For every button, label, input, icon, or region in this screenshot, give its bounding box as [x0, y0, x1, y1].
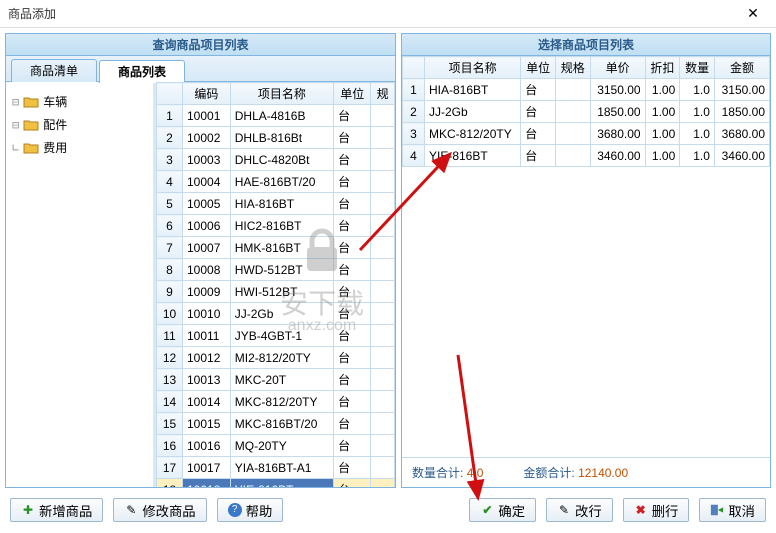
table-row[interactable]: 310003DHLC-4820Bt台	[157, 149, 395, 171]
column-header[interactable]: 规格	[555, 57, 590, 79]
table-row[interactable]: 210002DHLB-816Bt台	[157, 127, 395, 149]
amt-total: 金额合计: 12140.00	[523, 464, 628, 481]
column-header[interactable]: 数量	[680, 57, 715, 79]
selected-grid-wrap[interactable]: 项目名称单位规格单价折扣数量金额 1HIA-816BT台3150.001.001…	[402, 56, 770, 457]
exit-icon	[710, 503, 724, 517]
tree-item[interactable]: ⊟配件	[10, 113, 149, 136]
table-row[interactable]: 1HIA-816BT台3150.001.001.03150.00	[403, 79, 770, 101]
table-row[interactable]: 810008HWD-512BT台	[157, 259, 395, 281]
pencil-icon: ✎	[557, 503, 571, 517]
column-header[interactable]: 单价	[590, 57, 645, 79]
right-panel-title: 选择商品项目列表	[402, 34, 770, 56]
tabs: 商品清单 商品列表	[6, 56, 395, 82]
pencil-icon: ✎	[124, 503, 138, 517]
totals-bar: 数量合计: 4.0 金额合计: 12140.00	[402, 457, 770, 487]
table-row[interactable]: 1510015MKC-816BT/20台	[157, 413, 395, 435]
add-product-button[interactable]: ✚新增商品	[10, 498, 103, 522]
tree-label: 车辆	[43, 93, 67, 110]
right-panel: 选择商品项目列表 项目名称单位规格单价折扣数量金额 1HIA-816BT台315…	[401, 33, 771, 488]
tree-label: 费用	[43, 139, 67, 156]
edit-product-button[interactable]: ✎修改商品	[113, 498, 206, 522]
column-header[interactable]: 规	[371, 83, 395, 105]
folder-icon	[23, 142, 39, 154]
delete-row-button[interactable]: ✖删行	[623, 498, 690, 522]
table-row[interactable]: 610006HIC2-816BT台	[157, 215, 395, 237]
product-grid: 编码项目名称单位规 110001DHLA-4816B台210002DHLB-81…	[156, 82, 395, 487]
table-row[interactable]: 1310013MKC-20T台	[157, 369, 395, 391]
column-header[interactable]: 项目名称	[425, 57, 521, 79]
product-grid-wrap[interactable]: 编码项目名称单位规 110001DHLA-4816B台210002DHLB-81…	[156, 82, 395, 487]
folder-icon	[23, 119, 39, 131]
table-row[interactable]: 110001DHLA-4816B台	[157, 105, 395, 127]
table-row[interactable]: 1210012MI2-812/20TY台	[157, 347, 395, 369]
tree-item[interactable]: ∟费用	[10, 136, 149, 159]
category-tree: ⊟车辆⊟配件∟费用	[6, 82, 156, 487]
table-row[interactable]: 1610016MQ-20TY台	[157, 435, 395, 457]
tab-product-checklist[interactable]: 商品清单	[11, 59, 97, 82]
table-row[interactable]: 2JJ-2Gb台1850.001.001.01850.00	[403, 101, 770, 123]
table-row[interactable]: 910009HWI-512BT台	[157, 281, 395, 303]
table-row[interactable]: 510005HIA-816BT台	[157, 193, 395, 215]
window-title: 商品添加	[8, 5, 738, 22]
help-button[interactable]: ?帮助	[217, 498, 284, 522]
column-header[interactable]: 项目名称	[230, 83, 333, 105]
column-header[interactable]: 折扣	[645, 57, 680, 79]
table-row[interactable]: 1810018YIE-816BT台	[157, 479, 395, 488]
title-bar: 商品添加 ✕	[0, 0, 776, 28]
tab-product-list[interactable]: 商品列表	[99, 60, 185, 83]
column-header[interactable]: 编码	[183, 83, 231, 105]
cancel-button[interactable]: 取消	[699, 498, 766, 522]
help-icon: ?	[228, 503, 242, 517]
qty-total: 数量合计: 4.0	[412, 464, 483, 481]
column-header[interactable]: 金额	[714, 57, 769, 79]
table-row[interactable]: 410004HAE-816BT/20台	[157, 171, 395, 193]
selected-grid: 项目名称单位规格单价折扣数量金额 1HIA-816BT台3150.001.001…	[402, 56, 770, 167]
plus-icon: ✚	[21, 503, 35, 517]
tree-item[interactable]: ⊟车辆	[10, 90, 149, 113]
column-header[interactable]: 单位	[521, 57, 556, 79]
folder-icon	[23, 96, 39, 108]
column-header[interactable]: 单位	[334, 83, 371, 105]
table-row[interactable]: 4YIE-816BT台3460.001.001.03460.00	[403, 145, 770, 167]
modify-row-button[interactable]: ✎改行	[546, 498, 613, 522]
button-bar: ✚新增商品 ✎修改商品 ?帮助 ✔确定 ✎改行 ✖删行 取消	[0, 493, 776, 527]
ok-button[interactable]: ✔确定	[469, 498, 536, 522]
table-row[interactable]: 1110011JYB-4GBT-1台	[157, 325, 395, 347]
table-row[interactable]: 3MKC-812/20TY台3680.001.001.03680.00	[403, 123, 770, 145]
x-icon: ✖	[634, 503, 648, 517]
table-row[interactable]: 710007HMK-816BT台	[157, 237, 395, 259]
table-row[interactable]: 1410014MKC-812/20TY台	[157, 391, 395, 413]
check-icon: ✔	[480, 503, 494, 517]
table-row[interactable]: 1710017YIA-816BT-A1台	[157, 457, 395, 479]
table-row[interactable]: 1010010JJ-2Gb台	[157, 303, 395, 325]
left-panel-title: 查询商品项目列表	[6, 34, 395, 56]
tree-label: 配件	[43, 116, 67, 133]
close-button[interactable]: ✕	[738, 2, 768, 26]
left-panel: 查询商品项目列表 商品清单 商品列表 ⊟车辆⊟配件∟费用 编码项目名称单位规 1…	[5, 33, 396, 488]
